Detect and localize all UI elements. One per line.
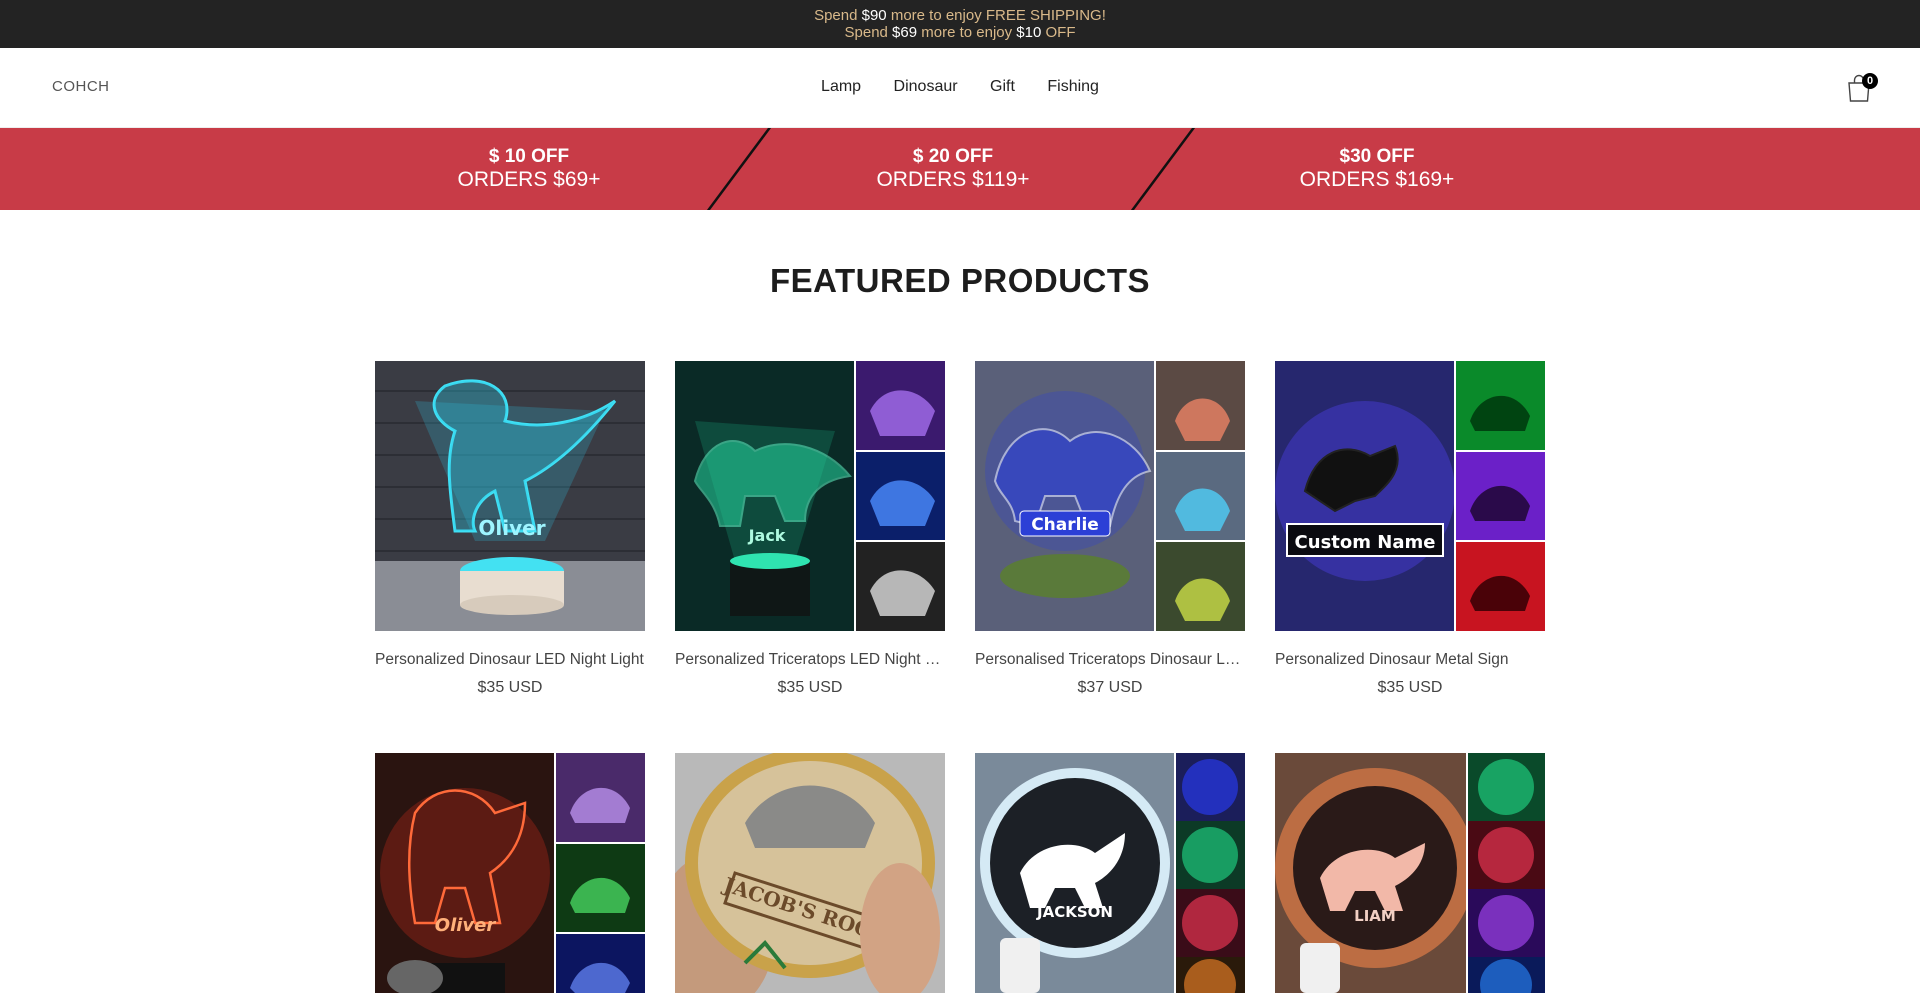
nav-item-dinosaur[interactable]: Dinosaur	[894, 78, 958, 96]
image-label: Charlie	[1031, 515, 1099, 535]
product-image[interactable]: JACOB'S ROOM	[675, 753, 945, 993]
product-image[interactable]: JACKSON	[975, 753, 1245, 993]
nav-item-fishing[interactable]: Fishing	[1047, 78, 1099, 96]
product-card[interactable]: JACKSON	[975, 753, 1245, 993]
announcement-line-1: Spend $90 more to enjoy FREE SHIPPING!	[0, 7, 1920, 24]
product-title[interactable]: Personalised Triceratops Dinosaur Lamp	[975, 651, 1245, 669]
announcement-amount: $10	[1016, 24, 1042, 41]
promo-discount: $ 10 OFF	[488, 146, 570, 167]
promo-tier-2: $ 20 OFF ORDERS $119+	[741, 146, 1165, 192]
image-label: Oliver	[435, 915, 497, 936]
announcement-amount: $69	[892, 24, 918, 41]
product-title[interactable]: Personalized Dinosaur Metal Sign	[1275, 651, 1545, 669]
product-card[interactable]: Charlie Personalised Triceratops Dinosau…	[975, 361, 1245, 697]
product-card[interactable]: Custom Name Personalized Dinosaur Metal …	[1275, 361, 1545, 697]
image-label: Custom Name	[1295, 532, 1436, 553]
promo-tier-1: $ 10 OFF ORDERS $69+	[317, 146, 741, 192]
product-card[interactable]: JACOB'S ROOM	[675, 753, 945, 993]
product-image[interactable]: Charlie	[975, 361, 1245, 631]
promo-tier-3: $30 OFF ORDERS $169+	[1165, 146, 1589, 192]
product-card[interactable]: Jack Personalized Triceratops LED Night …	[675, 361, 945, 697]
announcement-text: more to enjoy FREE SHIPPING!	[886, 7, 1106, 24]
promo-discount: $30 OFF	[1339, 146, 1415, 167]
announcement-text: Spend	[814, 7, 862, 24]
product-image[interactable]: Oliver	[375, 753, 645, 993]
announcement-text: Spend	[844, 24, 893, 41]
product-image[interactable]: Custom Name	[1275, 361, 1545, 631]
nav-item-lamp[interactable]: Lamp	[821, 78, 861, 96]
featured-products-title: FEATURED PRODUCTS	[769, 262, 1151, 299]
product-price: $35 USD	[1377, 679, 1443, 696]
announcement-line-2: Spend $69 more to enjoy $10 OFF	[0, 24, 1920, 41]
announcement-bar: Spend $90 more to enjoy FREE SHIPPING! S…	[0, 0, 1920, 48]
main-nav: Lamp Dinosaur Gift Fishing	[0, 78, 1920, 96]
product-image[interactable]: Oliver	[375, 361, 645, 631]
image-label: Oliver	[478, 516, 545, 540]
product-card[interactable]: LIAM	[1275, 753, 1545, 993]
product-card[interactable]: Oliver	[375, 753, 645, 993]
promo-banner: $ 10 OFF ORDERS $69+ $ 20 OFF ORDERS $11…	[0, 128, 1920, 210]
product-card[interactable]: Oliver Personalized Dinosaur LED Night L…	[375, 361, 645, 697]
product-price: $35 USD	[477, 679, 543, 696]
cart-count-badge: 0	[1862, 73, 1878, 89]
image-label: LIAM	[1354, 907, 1396, 925]
product-title[interactable]: Personalized Triceratops LED Night Light	[675, 651, 945, 669]
image-label: JACKSON	[1036, 903, 1113, 921]
promo-threshold: ORDERS $169+	[1299, 168, 1455, 191]
promo-discount: $ 20 OFF	[912, 146, 994, 167]
product-image[interactable]: Jack	[675, 361, 945, 631]
promo-threshold: ORDERS $69+	[457, 168, 601, 191]
promo-threshold: ORDERS $119+	[876, 168, 1030, 191]
product-title[interactable]: Personalized Dinosaur LED Night Light	[375, 651, 645, 669]
product-price: $37 USD	[1077, 679, 1143, 696]
image-label: Jack	[748, 526, 786, 545]
announcement-text: OFF	[1041, 24, 1076, 41]
nav-item-gift[interactable]: Gift	[990, 78, 1015, 96]
site-header: COHCH Lamp Dinosaur Gift Fishing 0	[0, 48, 1920, 128]
product-price: $35 USD	[777, 679, 843, 696]
announcement-amount: $90	[861, 7, 887, 24]
announcement-text: more to enjoy	[917, 24, 1017, 41]
product-image[interactable]: LIAM	[1275, 753, 1545, 993]
